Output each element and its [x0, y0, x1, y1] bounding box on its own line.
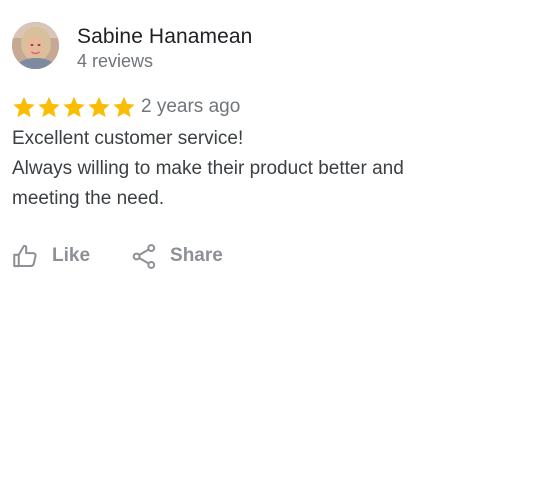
- review-timestamp: 2 years ago: [141, 96, 241, 117]
- user-avatar-photo: [12, 22, 59, 69]
- review-text-line: Excellent customer service!: [12, 128, 244, 149]
- star-rating: [12, 95, 136, 119]
- avatar[interactable]: [12, 22, 59, 69]
- review-count: 4 reviews: [77, 51, 154, 71]
- review-text: Excellent customer service! Always willi…: [12, 124, 482, 214]
- author-name[interactable]: Sabine Hanamean: [77, 24, 252, 50]
- star-icon: [113, 96, 135, 118]
- review-actions: Like Share: [12, 240, 223, 272]
- review-card: Sabine Hanamean 4 reviews 2 years ago Ex…: [0, 0, 555, 504]
- like-button[interactable]: Like: [12, 243, 90, 270]
- review-text-line: Always willing to make their product bet…: [12, 158, 404, 179]
- rating-row: 2 years ago: [12, 94, 240, 120]
- star-icon: [13, 96, 35, 118]
- share-label: Share: [170, 245, 223, 266]
- review-text-line: meeting the need.: [12, 188, 165, 209]
- thumb-up-icon: [13, 244, 37, 267]
- star-icon: [63, 96, 85, 118]
- like-label: Like: [52, 245, 91, 266]
- share-button[interactable]: Share: [131, 243, 223, 270]
- star-icon: [88, 96, 110, 118]
- share-icon: [132, 243, 156, 269]
- star-icon: [38, 96, 60, 118]
